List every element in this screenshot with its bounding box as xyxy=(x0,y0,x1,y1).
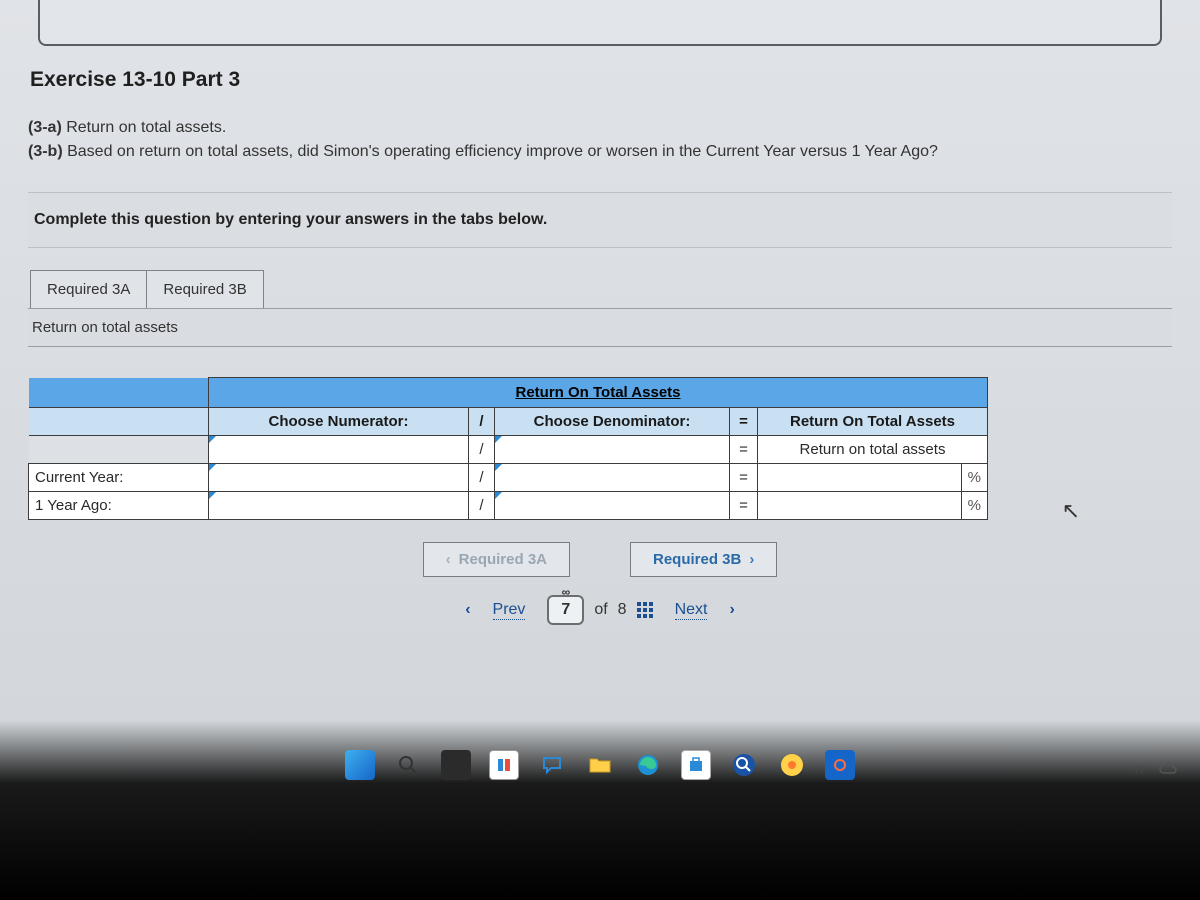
q-a-text: Return on total assets. xyxy=(62,119,227,136)
store-icon[interactable] xyxy=(681,750,711,780)
chat-icon[interactable] xyxy=(537,750,567,780)
equals-header: = xyxy=(730,408,758,436)
q-b-label: (3-b) xyxy=(28,143,63,160)
numerator-select-blank[interactable] xyxy=(209,436,469,464)
pager-total: 8 xyxy=(618,601,627,619)
tab-row: Required 3A Required 3B xyxy=(30,270,1172,308)
app-icon[interactable] xyxy=(489,750,519,780)
pager-of: of xyxy=(594,601,607,619)
chevron-right-icon: › xyxy=(729,601,734,619)
cloud-icon[interactable] xyxy=(1158,761,1180,782)
question-text: (3-a) Return on total assets. (3-b) Base… xyxy=(28,116,1172,164)
magnifier-icon[interactable] xyxy=(729,750,759,780)
grid-icon[interactable] xyxy=(637,602,653,618)
tab-required-3a[interactable]: Required 3A xyxy=(30,270,147,308)
denominator-year-ago[interactable] xyxy=(495,492,730,520)
instruction-bar: Complete this question by entering your … xyxy=(28,192,1172,248)
task-view-icon[interactable] xyxy=(441,750,471,780)
row-year-ago: 1 Year Ago: xyxy=(29,492,209,520)
next-step-button[interactable]: Required 3B › xyxy=(630,542,777,577)
prev-step-label: Required 3A xyxy=(459,551,547,568)
chevron-right-icon: › xyxy=(749,551,754,568)
answer-textarea-outline[interactable] xyxy=(38,0,1162,46)
cursor-icon: ↖ xyxy=(1062,498,1080,524)
page-current: 7 xyxy=(561,601,570,618)
slash-header: / xyxy=(469,408,495,436)
chevron-left-icon: ‹ xyxy=(465,601,470,619)
windows-start-icon[interactable] xyxy=(345,750,375,780)
result-year-ago[interactable] xyxy=(758,492,962,520)
app-circle-icon[interactable] xyxy=(777,750,807,780)
row-current-year: Current Year: xyxy=(29,464,209,492)
search-icon[interactable] xyxy=(393,750,423,780)
pct-label: % xyxy=(961,464,987,492)
result-sub: Return on total assets xyxy=(758,436,988,464)
tab-panel-heading: Return on total assets xyxy=(28,308,1172,347)
file-explorer-icon[interactable] xyxy=(585,750,615,780)
app-square-icon[interactable] xyxy=(825,750,855,780)
next-link[interactable]: Next xyxy=(675,601,708,620)
exercise-title: Exercise 13-10 Part 3 xyxy=(30,68,1172,92)
equals-cell: = xyxy=(730,492,758,520)
numerator-header: Choose Numerator: xyxy=(209,408,469,436)
q-b-text: Based on return on total assets, did Sim… xyxy=(63,143,938,160)
edge-icon[interactable] xyxy=(633,750,663,780)
equals-cell: = xyxy=(730,464,758,492)
q-a-label: (3-a) xyxy=(28,119,62,136)
tab-required-3b[interactable]: Required 3B xyxy=(147,270,263,308)
step-nav: ‹ Required 3A Required 3B › xyxy=(28,542,1172,577)
numerator-year-ago[interactable] xyxy=(209,492,469,520)
denominator-header: Choose Denominator: xyxy=(495,408,730,436)
equals-cell: = xyxy=(730,436,758,464)
chevron-up-icon[interactable]: ˄ xyxy=(1135,763,1144,781)
chevron-left-icon: ‹ xyxy=(446,551,451,568)
pct-label: % xyxy=(961,492,987,520)
slash-cell: / xyxy=(469,436,495,464)
pager: ‹ Prev ∞ 7 of 8 Next › xyxy=(28,595,1172,625)
page-number-box[interactable]: ∞ 7 xyxy=(547,595,584,625)
denominator-current[interactable] xyxy=(495,464,730,492)
worksheet-table: Return On Total Assets Choose Numerator:… xyxy=(28,377,988,520)
next-step-label: Required 3B xyxy=(653,551,741,568)
system-tray: ˄ xyxy=(1135,761,1180,782)
numerator-current[interactable] xyxy=(209,464,469,492)
result-header: Return On Total Assets xyxy=(758,408,988,436)
slash-cell: / xyxy=(469,492,495,520)
prev-link[interactable]: Prev xyxy=(493,601,526,620)
result-current[interactable] xyxy=(758,464,962,492)
link-icon: ∞ xyxy=(562,585,571,599)
taskbar xyxy=(0,742,1200,788)
table-title: Return On Total Assets xyxy=(209,378,988,408)
slash-cell: / xyxy=(469,464,495,492)
denominator-select-blank[interactable] xyxy=(495,436,730,464)
prev-step-button[interactable]: ‹ Required 3A xyxy=(423,542,570,577)
